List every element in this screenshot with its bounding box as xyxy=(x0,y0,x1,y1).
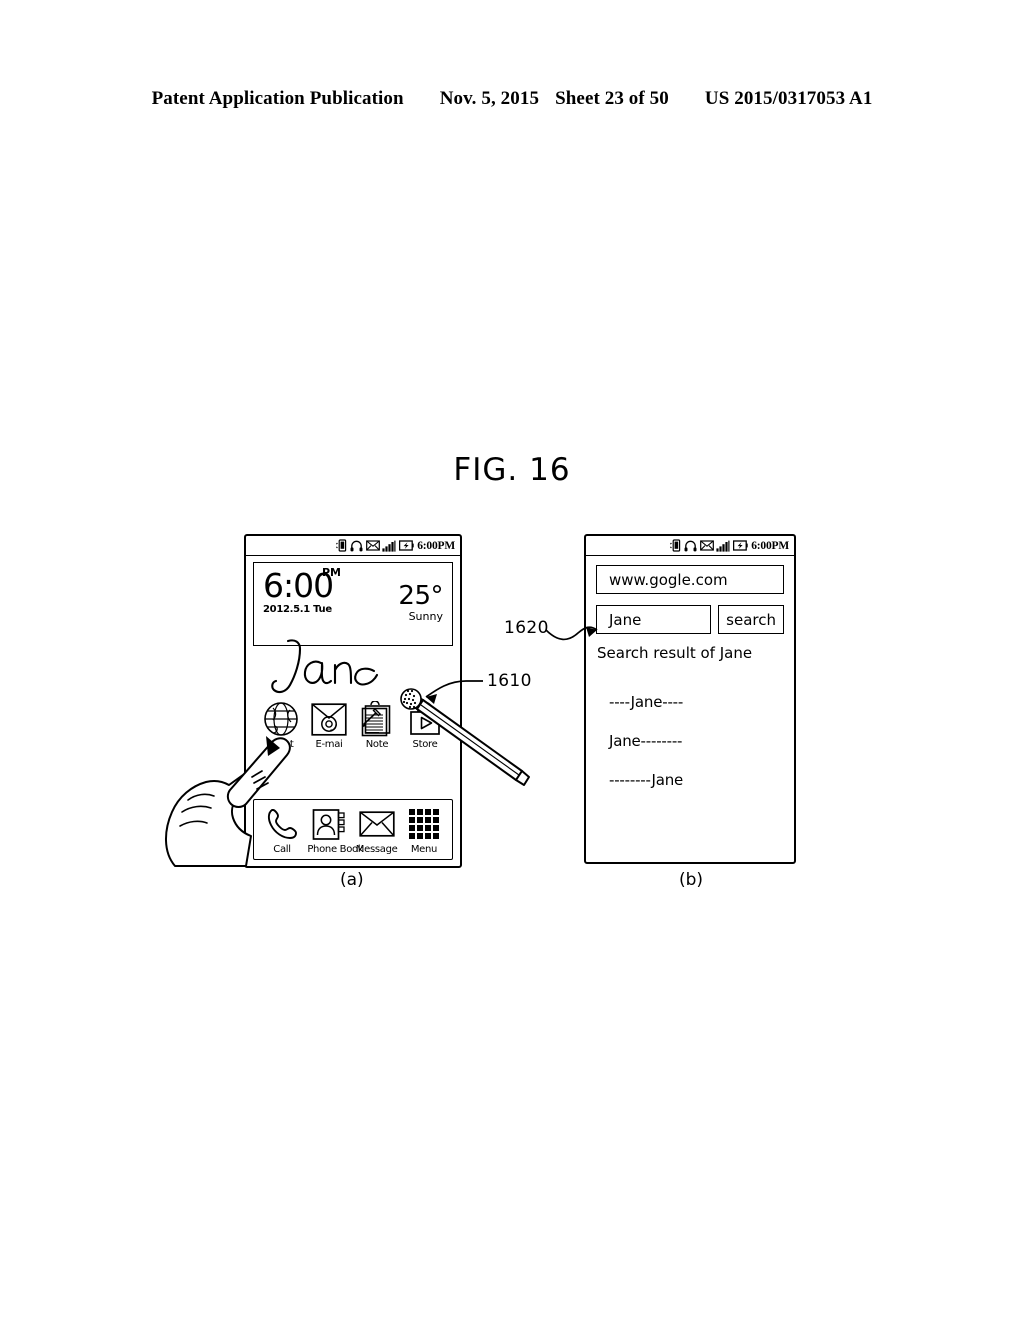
battery-icon xyxy=(398,540,414,551)
statusbar-time-a: 6:00PM xyxy=(417,539,455,552)
app-phonebook[interactable]: Phone Book xyxy=(307,805,364,855)
app-call[interactable]: Call xyxy=(260,805,304,855)
app-message[interactable]: Message xyxy=(355,805,399,855)
app-label-phonebook: Phone Book xyxy=(307,844,364,855)
homescreen-a: 6:00 2012.5.1 Tue PM 25° Sunny ernet E-m… xyxy=(246,556,460,866)
search-input-field[interactable]: Jane xyxy=(596,605,712,634)
search-result-item[interactable]: ----Jane---- xyxy=(609,693,784,711)
phone-device-a: 6:00PM 6:00 2012.5.1 Tue PM 25° Sunny er… xyxy=(244,534,462,868)
shopping-bag-play-icon xyxy=(403,700,447,738)
phone-handset-icon xyxy=(260,805,304,843)
app-label-store: Store xyxy=(412,739,438,750)
clock-ampm: PM xyxy=(322,566,342,579)
app-label-call: Call xyxy=(273,844,291,855)
page-header: Patent Application Publication Nov. 5, 20… xyxy=(0,88,1024,110)
app-label-menu: Menu xyxy=(410,844,438,855)
app-dock: Call Phone Book Message Menu xyxy=(253,799,453,860)
search-row: Jane search xyxy=(596,605,784,634)
statusbar-b: 6:00PM xyxy=(586,536,794,556)
app-label-note: Note xyxy=(365,739,389,750)
weather-block: 25° Sunny xyxy=(398,583,443,623)
signal-icon xyxy=(382,540,396,552)
app-row-dock: Call Phone Book Message Menu xyxy=(254,805,452,855)
sublabel-a: (a) xyxy=(340,870,364,890)
grid-menu-icon xyxy=(402,805,446,843)
statusbar-a: 6:00PM xyxy=(246,536,460,556)
weather-temperature: 25° xyxy=(398,581,443,611)
battery-icon xyxy=(732,540,748,551)
sublabel-b: (b) xyxy=(679,870,704,890)
figure-overlay xyxy=(165,626,598,867)
vibrate-icon xyxy=(669,539,680,552)
contacts-book-icon xyxy=(307,805,351,843)
headphones-icon xyxy=(684,540,697,551)
signal-icon xyxy=(716,540,730,552)
app-store[interactable]: Store xyxy=(403,700,447,750)
handwritten-jane-stroke xyxy=(271,639,379,694)
headphones-icon xyxy=(350,540,363,551)
app-label-internet: ernet xyxy=(268,739,294,750)
envelope-icon xyxy=(355,805,399,843)
reference-numeral-1610: 1610 xyxy=(487,671,532,691)
search-result-item[interactable]: --------Jane xyxy=(609,771,784,789)
search-button[interactable]: search xyxy=(718,605,784,634)
header-sheet: Sheet 23 of 50 xyxy=(555,88,669,109)
app-label-message: Message xyxy=(355,844,398,855)
header-patent-number: US 2015/0317053 A1 xyxy=(704,88,873,109)
figure-title: FIG. 16 xyxy=(453,452,571,488)
url-input[interactable]: www.gogle.com xyxy=(596,565,784,594)
search-result-heading: Search result of Jane xyxy=(597,644,753,662)
reference-numeral-1620: 1620 xyxy=(504,618,549,638)
app-menu[interactable]: Menu xyxy=(402,805,446,855)
envelope-icon xyxy=(365,540,380,551)
vibrate-icon xyxy=(335,539,346,552)
clock-date: 2012.5.1 Tue xyxy=(263,604,332,615)
browser-screen: www.gogle.com Jane search Search result … xyxy=(586,556,794,862)
header-publication: Patent Application Publication xyxy=(151,88,404,109)
weather-description: Sunny xyxy=(408,610,443,623)
handwriting-area[interactable] xyxy=(253,639,453,698)
statusbar-time-b: 6:00PM xyxy=(751,539,789,552)
phone-device-b: 6:00PM www.gogle.com Jane search Search … xyxy=(584,534,796,864)
header-date: Nov. 5, 2015 xyxy=(439,88,540,109)
search-result-item[interactable]: Jane-------- xyxy=(609,732,784,750)
envelope-icon xyxy=(699,540,714,551)
app-label-email: E-mai xyxy=(315,739,343,750)
